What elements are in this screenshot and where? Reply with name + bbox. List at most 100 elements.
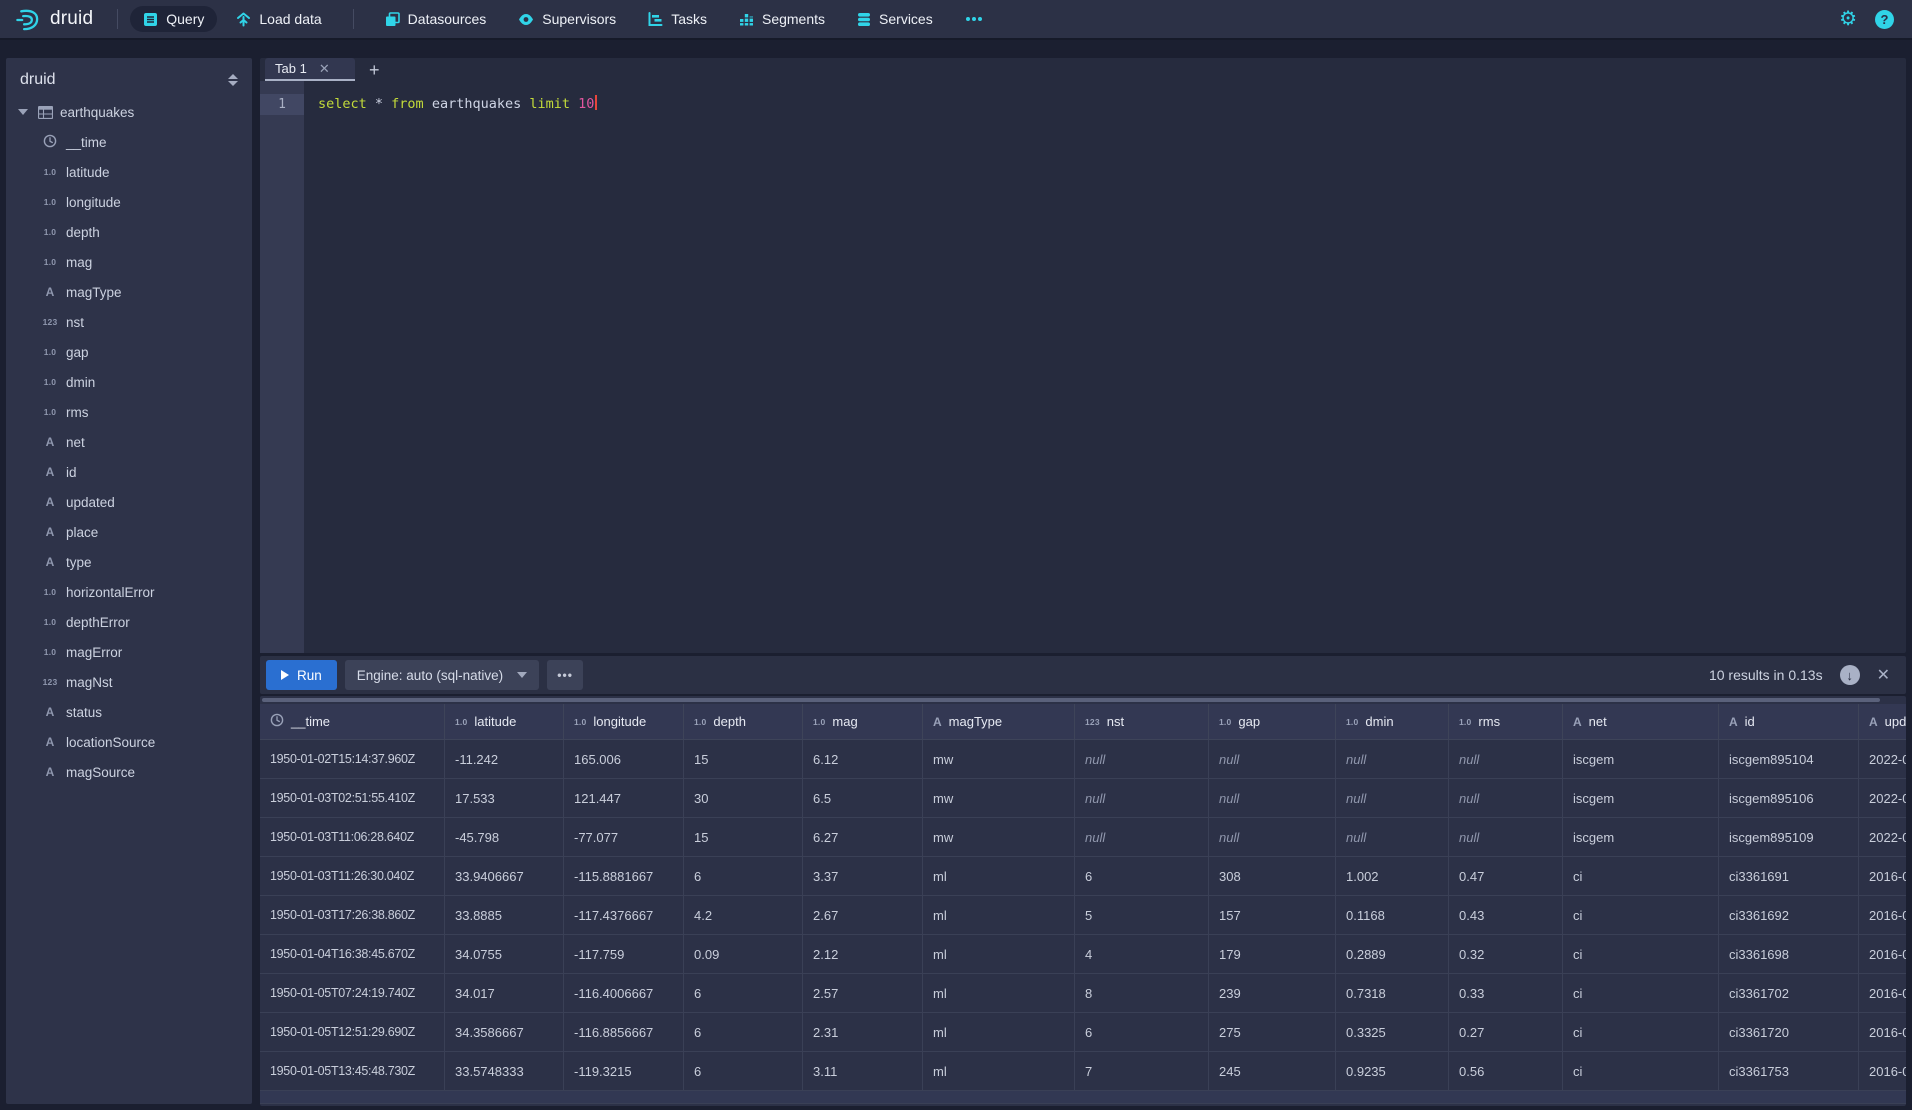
table-cell-dmin[interactable]: 1.002 (1336, 857, 1449, 895)
table-cell-latitude[interactable]: -11.242 (445, 740, 564, 778)
table-cell-gap[interactable]: 239 (1209, 974, 1336, 1012)
run-button[interactable]: Run (266, 660, 337, 690)
table-cell-longitude[interactable]: -117.4376667 (564, 896, 684, 934)
table-cell-updated[interactable]: 2016-0 (1859, 974, 1906, 1012)
table-cell-magtype[interactable]: ml (923, 1052, 1075, 1090)
table-cell-updated[interactable]: 2016-0 (1859, 896, 1906, 934)
table-cell-depth[interactable]: 0.09 (684, 935, 803, 973)
table-cell-gap[interactable]: 179 (1209, 935, 1336, 973)
table-cell-mag[interactable]: 2.67 (803, 896, 923, 934)
table-cell-time[interactable]: 1950-01-03T17:26:38.860Z (260, 896, 445, 934)
sidebar-column-deptherror[interactable]: 1.0depthError (6, 607, 252, 637)
table-cell-depth[interactable]: 4.2 (684, 896, 803, 934)
druid-brand[interactable]: druid (0, 6, 105, 33)
table-cell-updated[interactable]: 2016-0 (1859, 1013, 1906, 1051)
table-cell-magtype[interactable]: mw (923, 818, 1075, 856)
table-header-longitude[interactable]: 1.0longitude (564, 704, 684, 739)
engine-select-button[interactable]: Engine: auto (sql-native) (345, 660, 539, 690)
chevron-down-icon[interactable] (18, 109, 28, 115)
table-cell-rms[interactable]: 0.47 (1449, 857, 1563, 895)
tab-tab1[interactable]: Tab 1 ✕ (265, 58, 355, 81)
table-cell-nst[interactable]: 6 (1075, 857, 1209, 895)
table-cell-rms[interactable]: 0.33 (1449, 974, 1563, 1012)
hscrollbar-thumb[interactable] (262, 698, 1880, 702)
sidebar-column-locationsource[interactable]: AlocationSource (6, 727, 252, 757)
table-cell-id[interactable]: ci3361691 (1719, 857, 1859, 895)
table-cell-net[interactable]: ci (1563, 896, 1719, 934)
sidebar-column-horizontalerror[interactable]: 1.0horizontalError (6, 577, 252, 607)
nav-item-more[interactable] (952, 11, 996, 27)
table-cell-updated[interactable]: 2016-0 (1859, 857, 1906, 895)
table-cell-depth[interactable]: 6 (684, 1013, 803, 1051)
table-cell-mag[interactable]: 6.5 (803, 779, 923, 817)
sidebar-column-mag[interactable]: 1.0mag (6, 247, 252, 277)
table-cell-time[interactable]: 1950-01-05T13:45:48.730Z (260, 1052, 445, 1090)
nav-item-segments[interactable]: Segments (726, 6, 838, 32)
table-cell-gap[interactable]: 157 (1209, 896, 1336, 934)
table-cell-id[interactable]: iscgem895109 (1719, 818, 1859, 856)
sidebar-column-magsource[interactable]: AmagSource (6, 757, 252, 787)
table-cell-rms[interactable]: null (1449, 740, 1563, 778)
sidebar-column-longitude[interactable]: 1.0longitude (6, 187, 252, 217)
nav-item-query[interactable]: Query (130, 6, 217, 32)
table-cell-gap[interactable]: 275 (1209, 1013, 1336, 1051)
sql-code-line[interactable]: select * from earthquakes limit 10 (318, 94, 597, 115)
table-cell-rms[interactable]: null (1449, 818, 1563, 856)
table-cell-longitude[interactable]: -115.8881667 (564, 857, 684, 895)
table-cell-rms[interactable]: 0.56 (1449, 1052, 1563, 1090)
table-cell-updated[interactable]: 2016-0 (1859, 1052, 1906, 1090)
table-cell-depth[interactable]: 6 (684, 857, 803, 895)
table-cell-latitude[interactable]: 34.0755 (445, 935, 564, 973)
table-cell-dmin[interactable]: null (1336, 740, 1449, 778)
query-more-button[interactable]: ••• (547, 660, 583, 690)
sidebar-column-latitude[interactable]: 1.0latitude (6, 157, 252, 187)
nav-item-datasources[interactable]: Datasources (372, 6, 500, 32)
table-cell-magtype[interactable]: ml (923, 1013, 1075, 1051)
sidebar-column-rms[interactable]: 1.0rms (6, 397, 252, 427)
table-cell-time[interactable]: 1950-01-04T16:38:45.670Z (260, 935, 445, 973)
table-cell-rms[interactable]: 0.43 (1449, 896, 1563, 934)
download-results-icon[interactable]: ↓ (1840, 665, 1860, 685)
table-cell-dmin[interactable]: 0.1168 (1336, 896, 1449, 934)
table-cell-time[interactable]: 1950-01-03T02:51:55.410Z (260, 779, 445, 817)
sidebar-column-magtype[interactable]: AmagType (6, 277, 252, 307)
sidebar-column-nst[interactable]: 123nst (6, 307, 252, 337)
table-header-dmin[interactable]: 1.0dmin (1336, 704, 1449, 739)
table-cell-latitude[interactable]: 17.533 (445, 779, 564, 817)
table-cell-mag[interactable]: 6.27 (803, 818, 923, 856)
table-cell-nst[interactable]: 8 (1075, 974, 1209, 1012)
table-cell-updated[interactable]: 2022-0 (1859, 779, 1906, 817)
table-cell-nst[interactable]: null (1075, 818, 1209, 856)
table-cell-depth[interactable]: 30 (684, 779, 803, 817)
table-cell-mag[interactable]: 2.31 (803, 1013, 923, 1051)
table-cell-latitude[interactable]: 33.5748333 (445, 1052, 564, 1090)
table-cell-id[interactable]: iscgem895106 (1719, 779, 1859, 817)
table-cell-id[interactable]: ci3361753 (1719, 1052, 1859, 1090)
table-cell-nst[interactable]: null (1075, 740, 1209, 778)
table-cell-latitude[interactable]: 33.9406667 (445, 857, 564, 895)
sidebar-column-gap[interactable]: 1.0gap (6, 337, 252, 367)
table-cell-depth[interactable]: 15 (684, 818, 803, 856)
table-header-updated[interactable]: Aupdated (1859, 704, 1906, 739)
table-cell-mag[interactable]: 3.11 (803, 1052, 923, 1090)
table-cell-gap[interactable]: null (1209, 779, 1336, 817)
table-cell-nst[interactable]: 4 (1075, 935, 1209, 973)
help-icon[interactable]: ? (1875, 10, 1894, 29)
table-cell-gap[interactable]: null (1209, 740, 1336, 778)
table-row-partial[interactable] (260, 1091, 1906, 1104)
sql-editor[interactable]: 1 select * from earthquakes limit 10 (260, 81, 1906, 653)
table-cell-updated[interactable]: 2016-0 (1859, 935, 1906, 973)
table-cell-latitude[interactable]: 34.3586667 (445, 1013, 564, 1051)
table-cell-longitude[interactable]: 165.006 (564, 740, 684, 778)
nav-item-supervisors[interactable]: Supervisors (505, 6, 629, 32)
table-cell-time[interactable]: 1950-01-05T12:51:29.690Z (260, 1013, 445, 1051)
double-caret-vertical-icon[interactable] (228, 74, 238, 86)
table-cell-magtype[interactable]: ml (923, 857, 1075, 895)
table-cell-depth[interactable]: 15 (684, 740, 803, 778)
table-cell-mag[interactable]: 3.37 (803, 857, 923, 895)
table-cell-id[interactable]: ci3361692 (1719, 896, 1859, 934)
sidebar-column-updated[interactable]: Aupdated (6, 487, 252, 517)
table-cell-longitude[interactable]: -77.077 (564, 818, 684, 856)
table-cell-mag[interactable]: 6.12 (803, 740, 923, 778)
table-header-latitude[interactable]: 1.0latitude (445, 704, 564, 739)
